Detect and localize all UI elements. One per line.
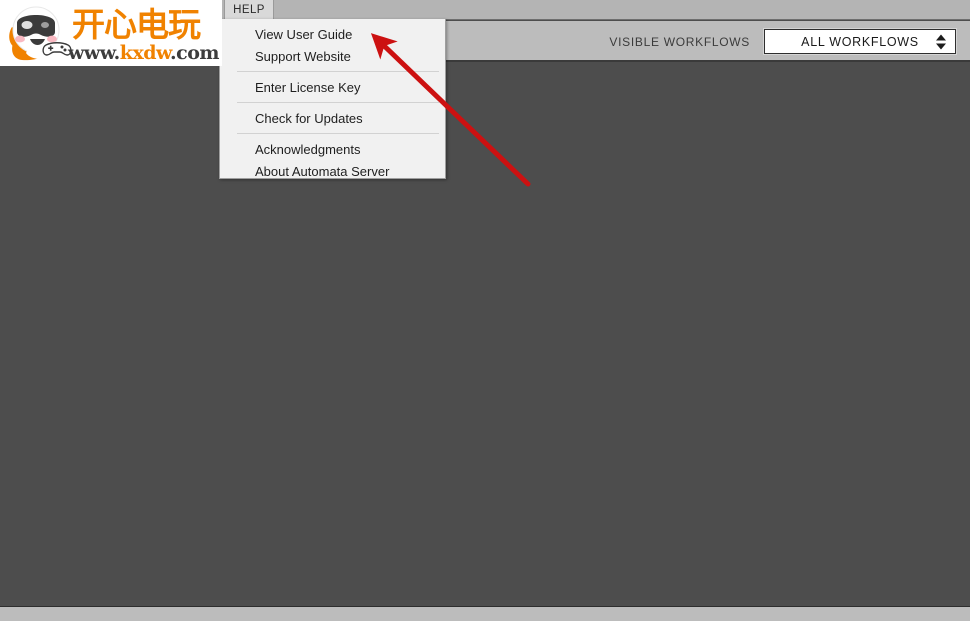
watermark-chinese-text: 开心电玩 bbox=[72, 6, 200, 44]
app-window: HELP VISIBLE WORKFLOWS ALL WORKFLOWS Vie… bbox=[0, 0, 970, 621]
menu-item-label: Acknowledgments bbox=[255, 142, 361, 157]
menu-item-check-for-updates[interactable]: Check for Updates bbox=[220, 107, 445, 129]
watermark-logo: 开心电玩 www.kxdw.com bbox=[0, 0, 222, 66]
visible-workflows-label: VISIBLE WORKFLOWS bbox=[609, 35, 750, 49]
menu-item-label: Enter License Key bbox=[255, 80, 361, 95]
watermark-url: www.kxdw.com bbox=[68, 42, 219, 64]
menu-item-label: Check for Updates bbox=[255, 111, 363, 126]
menu-item-enter-license-key[interactable]: Enter License Key bbox=[220, 76, 445, 98]
visible-workflows-value: ALL WORKFLOWS bbox=[801, 35, 919, 49]
menu-item-label: About Automata Server bbox=[255, 164, 389, 179]
stepper-arrows[interactable] bbox=[935, 33, 946, 50]
triangle-up-icon[interactable] bbox=[936, 34, 946, 40]
menu-separator bbox=[237, 71, 439, 72]
panda-vr-gamepad-icon bbox=[6, 3, 74, 63]
watermark-url-www: www. bbox=[68, 42, 120, 64]
menu-separator bbox=[237, 102, 439, 103]
menu-item-view-user-guide[interactable]: View User Guide bbox=[220, 23, 445, 45]
help-dropdown-menu: View User Guide Support Website Enter Li… bbox=[219, 19, 446, 179]
menu-item-about-automata-server[interactable]: About Automata Server bbox=[220, 160, 445, 182]
menu-item-acknowledgments[interactable]: Acknowledgments bbox=[220, 138, 445, 160]
toolbar-right-group: VISIBLE WORKFLOWS ALL WORKFLOWS bbox=[609, 21, 956, 62]
workflow-canvas[interactable] bbox=[0, 63, 970, 606]
menu-item-label: Support Website bbox=[255, 49, 351, 64]
menu-item-label: View User Guide bbox=[255, 27, 352, 42]
menu-tab-help[interactable]: HELP bbox=[224, 0, 274, 20]
visible-workflows-select[interactable]: ALL WORKFLOWS bbox=[764, 29, 956, 54]
menu-separator bbox=[237, 133, 439, 134]
triangle-down-icon[interactable] bbox=[936, 43, 946, 49]
status-bar bbox=[0, 606, 970, 621]
watermark-url-name: kxdw bbox=[120, 42, 170, 64]
watermark-url-tld: .com bbox=[170, 42, 219, 64]
menu-item-support-website[interactable]: Support Website bbox=[220, 45, 445, 67]
